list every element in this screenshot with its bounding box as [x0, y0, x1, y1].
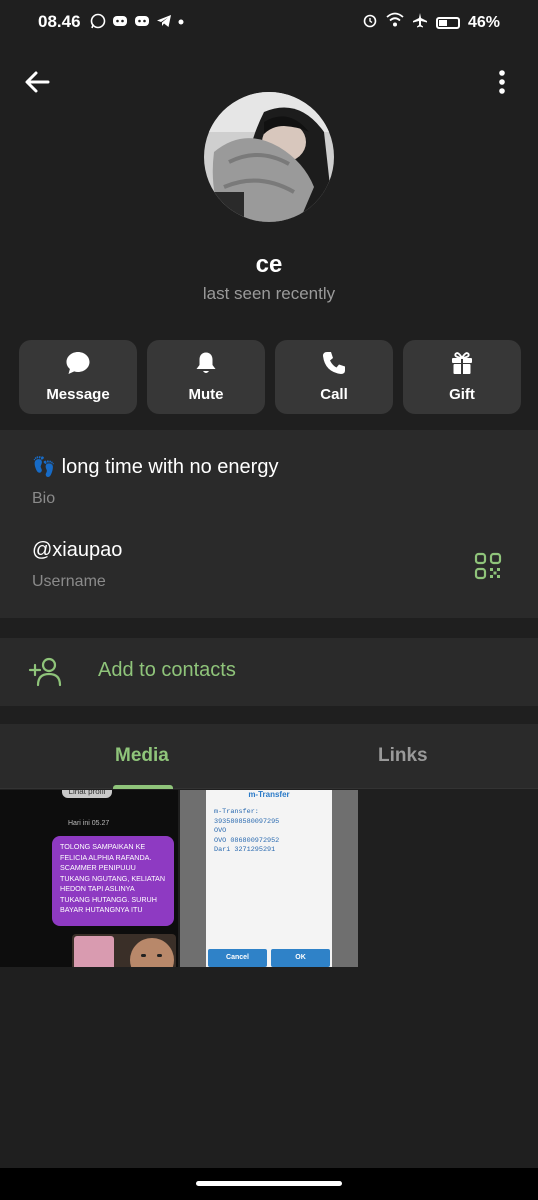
- bell-icon: [196, 352, 216, 373]
- active-tab-indicator: [113, 785, 173, 789]
- discord-icon-2: [134, 13, 150, 29]
- thumb-message-bubble: TOLONG SAMPAIKAN KE FELICIA ALPHIA RAFAN…: [52, 836, 174, 926]
- more-vertical-icon: [499, 70, 505, 94]
- media-grid: Lihat profil Hari ini 05.27 TOLONG SAMPA…: [0, 790, 538, 1168]
- phone-icon: [323, 352, 345, 374]
- qr-code-icon: [474, 552, 502, 580]
- battery-percent: 46%: [467, 13, 500, 31]
- bio-text: long time with no energy: [61, 455, 279, 478]
- profile-info-card: 👣 long time with no energy Bio @xiaupao …: [0, 430, 538, 618]
- thumb-transfer-body: m-Transfer: 3935808580097295 OVO OVO 086…: [214, 808, 280, 854]
- add-person-icon: [28, 657, 62, 687]
- telegram-icon: [156, 13, 172, 29]
- gift-label: Gift: [449, 386, 475, 403]
- arrow-left-icon: [25, 71, 50, 93]
- message-label: Message: [46, 386, 110, 403]
- call-button[interactable]: Call: [275, 340, 393, 414]
- wifi-icon: [386, 12, 404, 33]
- profile-name: ce: [255, 251, 283, 278]
- profile-header: ce last seen recently Message Mute Call …: [0, 44, 538, 430]
- tab-links[interactable]: Links: [378, 745, 428, 767]
- thumb-transfer-title: m-Transfer: [248, 790, 290, 799]
- whatsapp-icon: [90, 13, 106, 29]
- home-handle[interactable]: [196, 1181, 342, 1186]
- discord-icon: [112, 13, 128, 29]
- system-status: 46%: [362, 12, 500, 33]
- thumb-cancel-button: Cancel: [208, 949, 267, 967]
- media-thumbnail[interactable]: Lihat profil Hari ini 05.27 TOLONG SAMPA…: [0, 790, 178, 967]
- airplane-icon: [412, 12, 428, 33]
- action-buttons: Message Mute Call Gift: [19, 340, 521, 414]
- username[interactable]: @xiaupao: [32, 539, 122, 562]
- gesture-nav-bar: [0, 1168, 538, 1200]
- qr-code-button[interactable]: [474, 552, 502, 580]
- bio-label: Bio: [32, 490, 56, 507]
- tab-media[interactable]: Media: [115, 745, 169, 767]
- bio: 👣 long time with no energy: [32, 455, 278, 479]
- chat-bubble-icon: [66, 352, 90, 374]
- more-options-button[interactable]: [486, 66, 518, 98]
- last-seen-status: last seen recently: [202, 284, 336, 303]
- media-tabs: Media Links: [0, 724, 538, 789]
- thumb-transfer-buttons: Cancel OK: [208, 949, 330, 967]
- status-time: 08.46: [38, 12, 81, 31]
- thumb-photo: [72, 934, 176, 967]
- mute-label: Mute: [188, 386, 224, 403]
- username-label: Username: [32, 573, 106, 590]
- notification-icons: [90, 13, 184, 29]
- alarm-icon: [362, 12, 378, 33]
- avatar[interactable]: [204, 92, 334, 222]
- dot-icon: [178, 13, 184, 29]
- add-to-contacts-label: Add to contacts: [98, 659, 236, 681]
- footprints-icon: 👣: [32, 457, 56, 478]
- gift-icon: [452, 352, 472, 374]
- message-button[interactable]: Message: [19, 340, 137, 414]
- mute-button[interactable]: Mute: [147, 340, 265, 414]
- media-thumbnail[interactable]: m-Transfer m-Transfer: 3935808580097295 …: [180, 790, 358, 967]
- battery-icon: [435, 16, 460, 29]
- add-to-contacts-button[interactable]: Add to contacts: [0, 638, 538, 706]
- gift-button[interactable]: Gift: [403, 340, 521, 414]
- thumb-chip: Lihat profil: [62, 790, 112, 798]
- thumb-time: Hari ini 05.27: [68, 820, 110, 827]
- thumb-transfer-screen: m-Transfer m-Transfer: 3935808580097295 …: [206, 790, 332, 967]
- thumb-ok-button: OK: [271, 949, 330, 967]
- status-bar: 08.46 46%: [0, 0, 538, 44]
- call-label: Call: [320, 386, 348, 403]
- back-button[interactable]: [22, 66, 54, 98]
